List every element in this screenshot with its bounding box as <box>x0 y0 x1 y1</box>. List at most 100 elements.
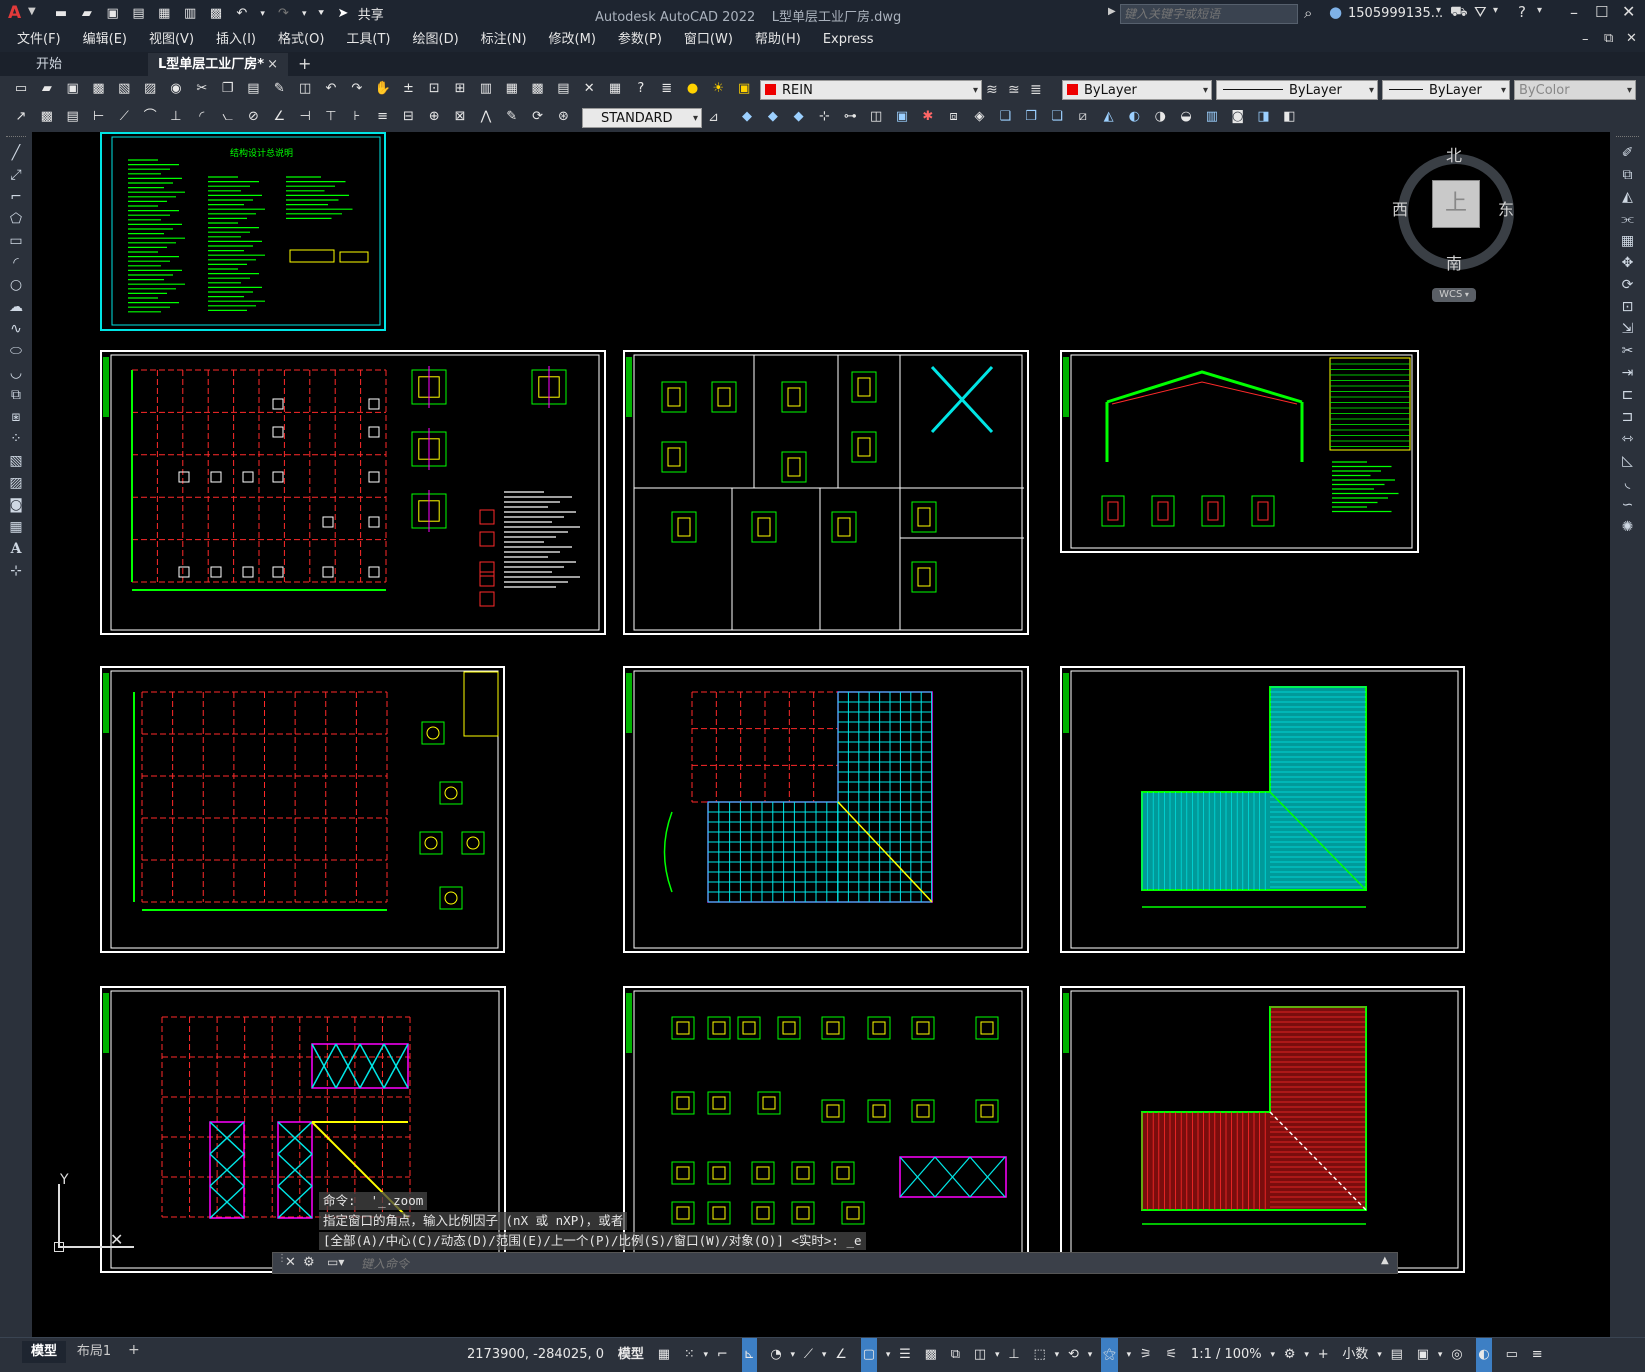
mirror-3d-icon[interactable]: ◫ <box>867 108 885 126</box>
quick-properties-icon[interactable]: ▤ <box>1391 1338 1403 1372</box>
join-icon[interactable]: ⇿ <box>1617 429 1639 449</box>
move-icon[interactable]: ✥ <box>1617 253 1639 273</box>
menu-item-11[interactable]: 帮助(H) <box>744 28 812 52</box>
block-editor-icon[interactable]: ◫ <box>296 80 314 98</box>
move-3d-icon[interactable]: ⊹ <box>815 108 833 126</box>
doc-close-icon[interactable]: ✕ <box>1626 31 1637 46</box>
menu-item-3[interactable]: 插入(I) <box>205 28 267 52</box>
align-3d-icon[interactable]: ⊶ <box>841 108 859 126</box>
dynamic-ucs-icon[interactable]: ⊥ <box>1008 1338 1019 1372</box>
snap-icon[interactable]: ⁙ <box>684 1338 695 1372</box>
customize-qat-icon[interactable]: ⯆ <box>316 5 326 23</box>
menu-item-5[interactable]: 工具(T) <box>335 28 401 52</box>
explode-icon[interactable]: ✺ <box>1617 517 1639 537</box>
open-icon[interactable]: ▰ <box>38 80 56 98</box>
light-icon[interactable]: ◨ <box>1255 108 1273 126</box>
transparency-icon[interactable]: ▩ <box>925 1338 937 1372</box>
model-space-drawing[interactable] <box>32 132 1610 1337</box>
search-expand-icon[interactable]: ▶ <box>1108 6 1116 17</box>
viewcube-west[interactable]: 西 <box>1392 196 1408 220</box>
qnew-icon[interactable]: ▭ <box>12 80 30 98</box>
redo-icon[interactable]: ↷ <box>274 5 292 23</box>
save-tb-icon[interactable]: ▣ <box>64 80 82 98</box>
snap-dropdown-icon[interactable]: ▾ <box>704 1338 709 1372</box>
menu-item-8[interactable]: 修改(M) <box>538 28 607 52</box>
drawing-canvas[interactable]: 结构设计总说明 上 北 南 东 西 WCS ▾ Y ✕ 命令: '_.zoom … <box>32 132 1610 1337</box>
annotation-scale-icon[interactable]: ⚟ <box>1165 1338 1177 1372</box>
command-prompt-icon[interactable]: ▭▾ <box>327 1255 344 1269</box>
angular-dim-icon[interactable]: ∠ <box>270 108 288 126</box>
linetype-dropdown[interactable]: ByLayer ▾ <box>1216 80 1378 100</box>
toolbar-grip-right[interactable] <box>1616 136 1639 139</box>
lineweight-dropdown[interactable]: ByLayer ▾ <box>1382 80 1510 100</box>
arc-length-icon[interactable]: ⌒ <box>141 108 159 126</box>
command-history-toggle-icon[interactable]: ▲ <box>1381 1255 1389 1266</box>
open-web-icon[interactable]: ▦ <box>155 5 173 23</box>
cart-icon[interactable]: ⛟ <box>1450 4 1468 22</box>
section-plane-icon[interactable]: ◧ <box>1280 108 1298 126</box>
save-icon[interactable]: ▣ <box>104 5 122 23</box>
viewcube-south[interactable]: 南 <box>1446 250 1462 274</box>
layer-dropdown[interactable]: REIN ▾ <box>760 80 982 100</box>
menu-item-7[interactable]: 标注(N) <box>470 28 538 52</box>
help-tb-icon[interactable]: ? <box>632 80 650 98</box>
dim-update-icon[interactable]: ⊛ <box>554 108 572 126</box>
polar-icon[interactable]: ◔ <box>770 1338 781 1372</box>
ellipse-icon[interactable]: ⬭ <box>5 341 27 361</box>
user-icon[interactable]: ● <box>1329 3 1342 21</box>
tab-active-drawing[interactable]: L型单层工业厂房* × <box>148 53 288 76</box>
menu-item-9[interactable]: 参数(P) <box>607 28 673 52</box>
preview-icon[interactable]: ▧ <box>115 80 133 98</box>
wcs-menu-button[interactable]: WCS ▾ <box>1432 288 1476 302</box>
customization-icon[interactable]: ≡ <box>1532 1338 1543 1372</box>
polar-dropdown-icon[interactable]: ▾ <box>791 1338 796 1372</box>
new-file-icon[interactable]: ▬ <box>52 5 70 23</box>
gradient-icon[interactable]: ▨ <box>5 473 27 493</box>
dim-text-edit-icon[interactable]: ⟳ <box>529 108 547 126</box>
plot-icon[interactable]: ▩ <box>89 80 107 98</box>
wedge-icon[interactable]: ◆ <box>764 108 782 126</box>
lock-dropdown-icon[interactable]: ▾ <box>1438 1338 1443 1372</box>
tool-palettes-icon[interactable]: ▩ <box>529 80 547 98</box>
annotation-monitor-icon[interactable]: + <box>1318 1338 1329 1372</box>
continue-dim-icon[interactable]: ⊦ <box>348 108 366 126</box>
undo-icon[interactable]: ↶ <box>233 5 251 23</box>
zoom-window-icon[interactable]: ⊡ <box>425 80 443 98</box>
stretch-icon[interactable]: ⇲ <box>1617 319 1639 339</box>
object-snap-icon[interactable]: ▢ <box>860 1338 877 1372</box>
toolbar-grip[interactable] <box>6 136 26 139</box>
dim-edit-icon[interactable]: ✎ <box>503 108 521 126</box>
visual-style-icon[interactable]: ◐ <box>1125 108 1143 126</box>
markup-icon[interactable]: ✕ <box>580 80 598 98</box>
quickcalc-icon[interactable]: ▦ <box>606 80 624 98</box>
revolve-icon[interactable]: ◈ <box>970 108 988 126</box>
color-dropdown[interactable]: ByLayer ▾ <box>1062 80 1212 100</box>
break-at-point-icon[interactable]: ⊏ <box>1617 385 1639 405</box>
help-dropdown-icon[interactable]: ▾ <box>1537 5 1542 16</box>
autodesk-a360-icon[interactable]: ⛛ <box>1474 3 1487 21</box>
extend-icon[interactable]: ⇥ <box>1617 363 1639 383</box>
search-input[interactable] <box>1120 4 1298 24</box>
rotate-icon[interactable]: ⟳ <box>1617 275 1639 295</box>
help-icon[interactable]: ? <box>1518 3 1526 21</box>
lineweight-toggle-icon[interactable]: ☰ <box>899 1338 911 1372</box>
maximize-icon[interactable]: ☐ <box>1595 3 1608 21</box>
minimize-icon[interactable]: – <box>1570 3 1578 22</box>
sweep-icon[interactable]: ⧈ <box>945 108 963 126</box>
isolate-objects-icon[interactable]: ◎ <box>1451 1338 1462 1372</box>
tab-model[interactable]: 模型 <box>22 1341 66 1363</box>
shell-icon[interactable]: ◭ <box>1100 108 1118 126</box>
command-customize-icon[interactable]: ⚙ <box>303 1255 315 1270</box>
share-button[interactable]: 共享 <box>358 8 384 23</box>
viewcube-east[interactable]: 东 <box>1498 196 1514 220</box>
menu-item-2[interactable]: 视图(V) <box>138 28 205 52</box>
workspace-gear-icon[interactable]: ⚙ <box>1284 1338 1296 1372</box>
box-icon[interactable]: ◆ <box>738 108 756 126</box>
properties-icon[interactable]: ▥ <box>477 80 495 98</box>
layer-state-icon[interactable]: ≣ <box>1030 82 1042 98</box>
materials-icon[interactable]: ◒ <box>1177 108 1195 126</box>
menu-item-10[interactable]: 窗口(W) <box>673 28 744 52</box>
extrude-icon[interactable]: ▣ <box>893 108 911 126</box>
isodraft-icon[interactable]: ⟋ <box>804 1338 813 1372</box>
trim-icon[interactable]: ✂ <box>1617 341 1639 361</box>
